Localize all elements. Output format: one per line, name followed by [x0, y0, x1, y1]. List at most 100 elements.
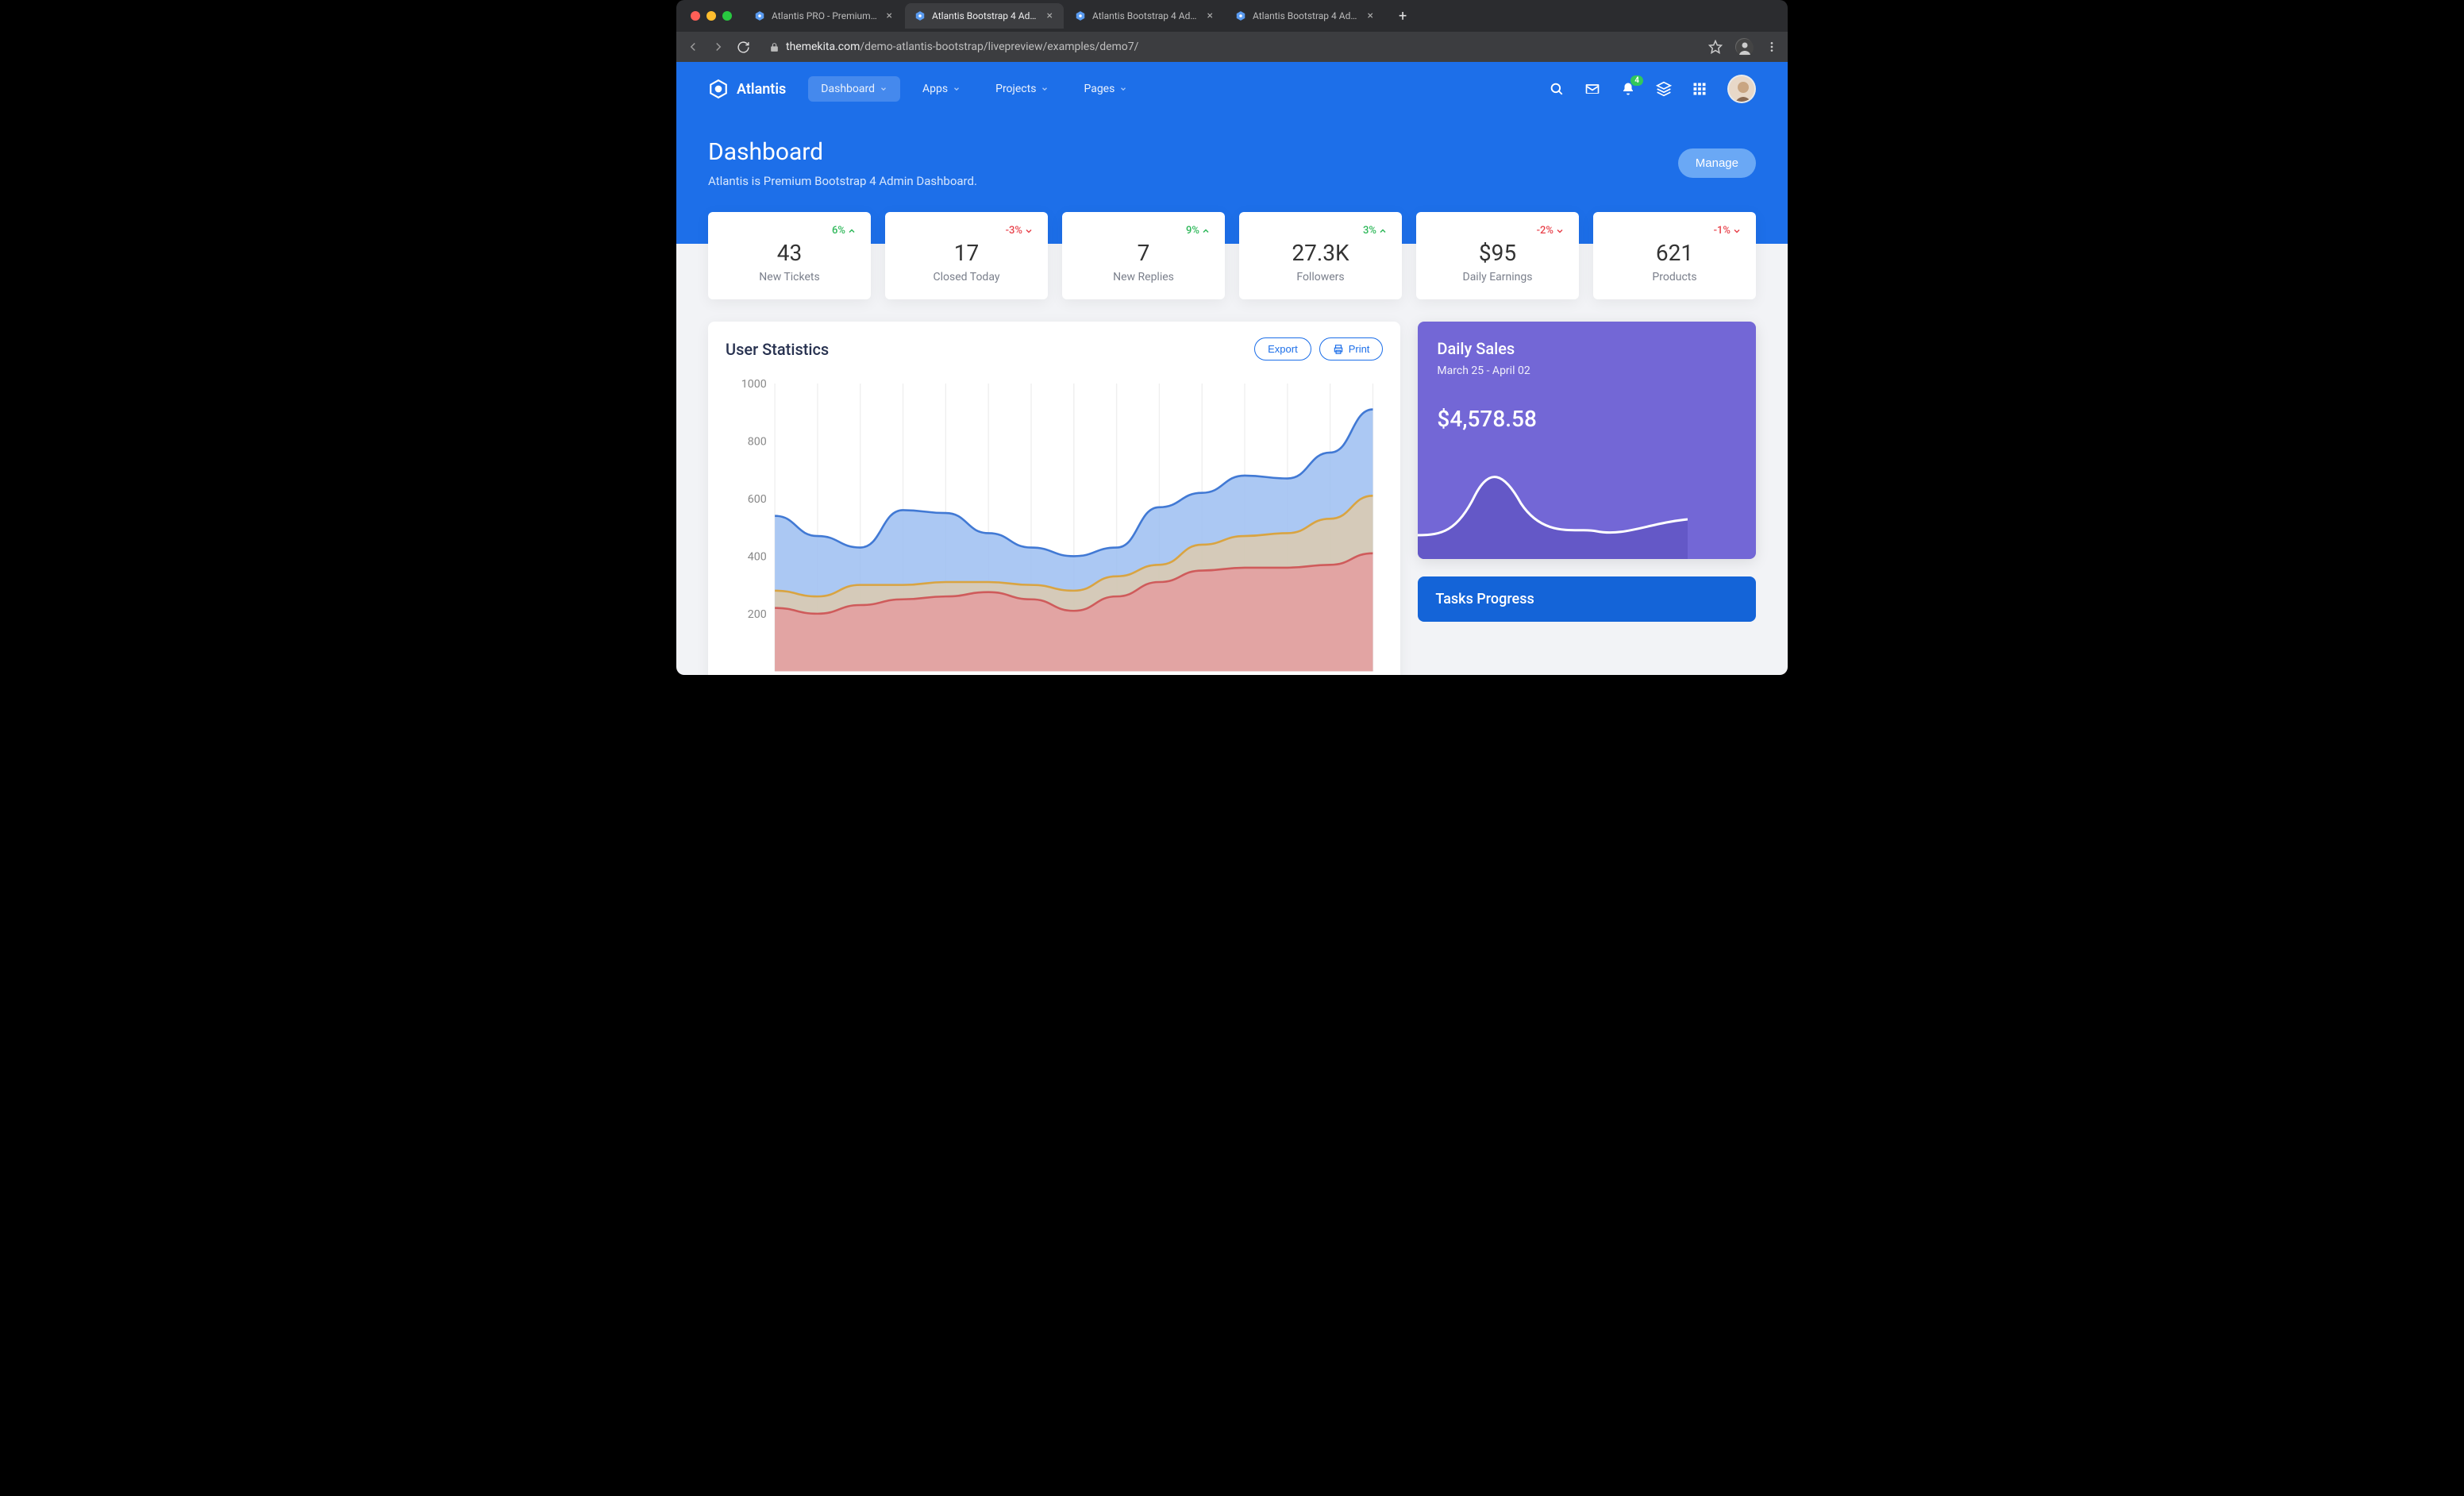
svg-text:600: 600	[748, 493, 767, 506]
address-bar: themekita.com/demo-atlantis-bootstrap/li…	[676, 32, 1788, 62]
stat-label: Products	[1607, 271, 1742, 283]
user-stats-chart: 200 400 600 800 1000	[726, 373, 1383, 675]
page-viewport[interactable]: Atlantis Dashboard Apps Projects Pages 4	[676, 62, 1788, 675]
browser-tab[interactable]: Atlantis Bootstrap 4 Admin Dash ×	[905, 3, 1064, 29]
search-icon[interactable]	[1550, 82, 1564, 96]
close-tab-icon[interactable]: ×	[1366, 10, 1375, 22]
stat-value: 7	[1076, 240, 1211, 266]
page-title: Dashboard	[708, 138, 1678, 166]
notif-badge: 4	[1630, 75, 1643, 86]
chevron-down-icon	[953, 85, 961, 93]
brand[interactable]: Atlantis	[708, 79, 786, 99]
menu-icon[interactable]	[1765, 40, 1778, 53]
print-icon	[1333, 344, 1344, 355]
stat-label: Daily Earnings	[1430, 271, 1565, 283]
stat-card: -3% 17 Closed Today	[885, 212, 1048, 299]
stat-card: 9% 7 New Replies	[1062, 212, 1225, 299]
manage-button[interactable]: Manage	[1678, 148, 1756, 178]
stat-delta: -2%	[1430, 225, 1565, 237]
chevron-down-icon	[1119, 85, 1127, 93]
export-button[interactable]: Export	[1254, 337, 1311, 361]
chevron-down-icon	[1041, 85, 1049, 93]
stat-delta: -1%	[1607, 225, 1742, 237]
stat-label: Closed Today	[899, 271, 1034, 283]
nav-apps[interactable]: Apps	[910, 76, 973, 102]
stat-card: 3% 27.3K Followers	[1239, 212, 1402, 299]
stat-delta: -3%	[899, 225, 1034, 237]
forward-button[interactable]	[711, 40, 726, 54]
brand-logo-icon	[708, 79, 729, 99]
tab-title: Atlantis Bootstrap 4 Admin Dash	[1253, 10, 1360, 21]
svg-text:400: 400	[748, 551, 767, 564]
stat-delta: 3%	[1253, 225, 1388, 237]
nav-label: Projects	[995, 83, 1036, 95]
tab-bar: Atlantis PRO - Premium Bootstra × Atlant…	[676, 0, 1788, 32]
close-tab-icon[interactable]: ×	[1206, 10, 1215, 22]
favicon-icon	[1235, 10, 1246, 21]
stat-value: 27.3K	[1253, 240, 1388, 266]
browser-tab[interactable]: Atlantis Bootstrap 4 Admin Dash ×	[1065, 3, 1224, 29]
tab-title: Atlantis Bootstrap 4 Admin Dash	[1092, 10, 1199, 21]
svg-text:200: 200	[748, 608, 767, 621]
brand-name: Atlantis	[737, 81, 786, 98]
stat-delta: 9%	[1076, 225, 1211, 237]
stat-value: 621	[1607, 240, 1742, 266]
layers-icon[interactable]	[1656, 81, 1672, 97]
close-window[interactable]	[691, 11, 700, 21]
browser-tab[interactable]: Atlantis Bootstrap 4 Admin Dash ×	[1226, 3, 1384, 29]
nav-projects[interactable]: Projects	[983, 76, 1061, 102]
close-tab-icon[interactable]: ×	[1045, 10, 1054, 22]
chevron-down-icon	[880, 85, 887, 93]
back-button[interactable]	[686, 40, 700, 54]
stat-card: -2% $95 Daily Earnings	[1416, 212, 1579, 299]
user-statistics-card: User Statistics Export Print 200 400 600 80…	[708, 322, 1400, 675]
stat-delta: 6%	[722, 225, 857, 237]
user-avatar[interactable]	[1727, 75, 1756, 103]
nav-dashboard[interactable]: Dashboard	[808, 76, 900, 102]
tab-title: Atlantis Bootstrap 4 Admin Dash	[932, 10, 1039, 21]
daily-sales-range: March 25 - April 02	[1437, 364, 1737, 377]
daily-sales-value: $4,578.58	[1437, 406, 1737, 432]
stat-card: 6% 43 New Tickets	[708, 212, 871, 299]
minimize-window[interactable]	[706, 11, 716, 21]
daily-sales-sparkline	[1418, 448, 1688, 559]
tasks-progress-card: Tasks Progress	[1418, 576, 1756, 622]
print-button[interactable]: Print	[1319, 337, 1384, 361]
user-stats-title: User Statistics	[726, 340, 1246, 359]
daily-sales-title: Daily Sales	[1437, 339, 1737, 358]
window-controls	[684, 11, 738, 21]
bell-icon[interactable]: 4	[1621, 82, 1635, 96]
browser-tab[interactable]: Atlantis PRO - Premium Bootstra ×	[745, 3, 903, 29]
tasks-title: Tasks Progress	[1435, 591, 1534, 607]
reload-button[interactable]	[737, 40, 750, 54]
grid-icon[interactable]	[1692, 82, 1707, 96]
url-text: themekita.com/demo-atlantis-bootstrap/li…	[786, 40, 1138, 53]
nav-label: Apps	[922, 83, 948, 95]
top-nav: Atlantis Dashboard Apps Projects Pages 4	[708, 62, 1756, 116]
favicon-icon	[914, 10, 926, 21]
profile-button[interactable]	[1735, 38, 1753, 56]
stat-value: 43	[722, 240, 857, 266]
new-tab-button[interactable]: +	[1391, 5, 1415, 28]
daily-sales-card: Daily Sales March 25 - April 02 $4,578.5…	[1418, 322, 1756, 559]
page-subtitle: Atlantis is Premium Bootstrap 4 Admin Da…	[708, 174, 1678, 188]
close-tab-icon[interactable]: ×	[885, 10, 894, 22]
nav-label: Dashboard	[821, 83, 875, 95]
stat-value: 17	[899, 240, 1034, 266]
browser-chrome: Atlantis PRO - Premium Bootstra × Atlant…	[676, 0, 1788, 62]
svg-text:800: 800	[748, 436, 767, 449]
lock-icon	[769, 42, 780, 52]
stat-card: -1% 621 Products	[1593, 212, 1756, 299]
star-icon[interactable]	[1708, 40, 1723, 54]
url-field[interactable]: themekita.com/demo-atlantis-bootstrap/li…	[761, 37, 1697, 56]
svg-text:1000: 1000	[741, 378, 767, 391]
favicon-icon	[1075, 10, 1086, 21]
nav-pages[interactable]: Pages	[1071, 76, 1140, 102]
stat-label: New Tickets	[722, 271, 857, 283]
favicon-icon	[754, 10, 765, 21]
mail-icon[interactable]	[1584, 81, 1600, 97]
maximize-window[interactable]	[722, 11, 732, 21]
stat-label: Followers	[1253, 271, 1388, 283]
tab-title: Atlantis PRO - Premium Bootstra	[772, 10, 879, 21]
nav-label: Pages	[1084, 83, 1115, 95]
